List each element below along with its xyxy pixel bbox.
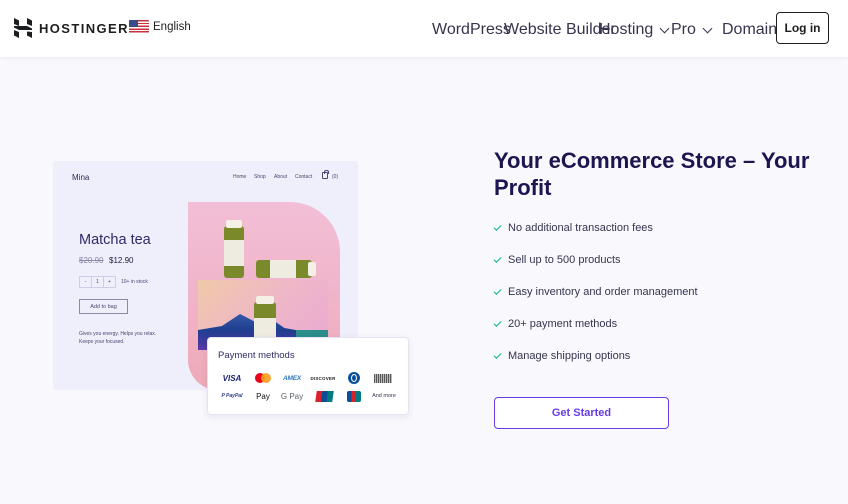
visa-icon: VISA	[222, 373, 242, 383]
mockup-add-to-bag: Add to bag	[79, 299, 128, 314]
feature-item: Manage shipping options	[493, 350, 631, 362]
mockup-cart-count: (0)	[332, 174, 339, 180]
hostinger-logo-icon	[14, 18, 32, 38]
bottle	[256, 260, 316, 278]
mockup-nav-about: About	[274, 174, 288, 180]
mockup-price-new: $12.90	[109, 256, 134, 265]
feature-label: No additional transaction fees	[508, 222, 653, 234]
feature-item: 20+ payment methods	[493, 318, 618, 330]
shopping-bag-icon	[322, 170, 329, 179]
mockup-nav-home: Home	[233, 174, 247, 180]
qty-plus: +	[108, 279, 111, 285]
mockup-product-title: Matcha tea	[79, 232, 151, 248]
language-label: English	[153, 20, 191, 33]
google-pay-icon: G Pay	[280, 391, 304, 401]
feature-label: Manage shipping options	[508, 350, 631, 362]
us-flag-icon	[129, 20, 149, 33]
top-navigation-bar: HOSTINGER English WordPress Website Buil…	[0, 0, 848, 57]
nav-hosting[interactable]: Hosting	[599, 21, 670, 39]
language-selector[interactable]: English	[129, 20, 191, 33]
check-icon	[493, 223, 502, 231]
unionpay-icon	[314, 390, 334, 402]
get-started-button[interactable]: Get Started	[494, 397, 669, 429]
feature-label: Easy inventory and order management	[508, 286, 698, 298]
check-icon	[493, 287, 502, 295]
hero-headline: Your eCommerce Store – Your Profit	[494, 148, 810, 200]
brand-name: HOSTINGER	[39, 20, 129, 36]
feature-label: Sell up to 500 products	[508, 254, 621, 266]
feature-item: No additional transaction fees	[493, 222, 653, 234]
mockup-nav-contact: Contact	[295, 174, 313, 180]
boleto-icon	[373, 372, 393, 384]
qty-minus: -	[80, 277, 92, 287]
login-button[interactable]: Log in	[776, 12, 829, 44]
nav-pro[interactable]: Pro	[671, 21, 713, 39]
chevron-down-icon	[659, 23, 670, 33]
mockup-store-name: Mina	[72, 173, 90, 182]
feature-label: 20+ payment methods	[508, 318, 618, 330]
check-icon	[493, 255, 502, 263]
bottle	[224, 220, 244, 278]
nav-wordpress[interactable]: WordPress	[432, 21, 511, 39]
hostinger-logo[interactable]: HOSTINGER	[14, 18, 129, 38]
check-icon	[493, 351, 502, 359]
mastercard-icon	[254, 372, 272, 384]
payment-methods-title: Payment methods	[218, 350, 295, 361]
amex-icon: AMEX	[283, 374, 301, 382]
mockup-quantity-stepper: - 1 +	[79, 276, 116, 288]
qty-value: 1	[92, 277, 104, 287]
discover-icon: DISCOVER	[310, 375, 336, 381]
diners-club-icon	[347, 372, 361, 384]
nav-label: WordPress	[432, 21, 511, 38]
mockup-nav-shop: Shop	[254, 174, 266, 180]
mockup-stock: 10+ in stock	[121, 279, 148, 285]
jcb-icon	[346, 390, 362, 402]
paypal-icon: P PayPal	[221, 393, 243, 399]
check-icon	[493, 319, 502, 327]
mockup-description: Gives you energy. Helps you relax. Keeps…	[79, 331, 157, 345]
and-more-label: And more	[372, 393, 396, 399]
chevron-down-icon	[702, 23, 713, 33]
mockup-price-old: $20.90	[79, 256, 104, 265]
payment-methods-card: Payment methods VISA AMEX DISCOVER P Pay…	[207, 337, 409, 415]
nav-label: Pro	[671, 21, 696, 38]
feature-item: Easy inventory and order management	[493, 286, 698, 298]
nav-label: Hosting	[599, 21, 654, 38]
feature-item: Sell up to 500 products	[493, 254, 621, 266]
apple-pay-icon: Pay	[256, 391, 270, 401]
